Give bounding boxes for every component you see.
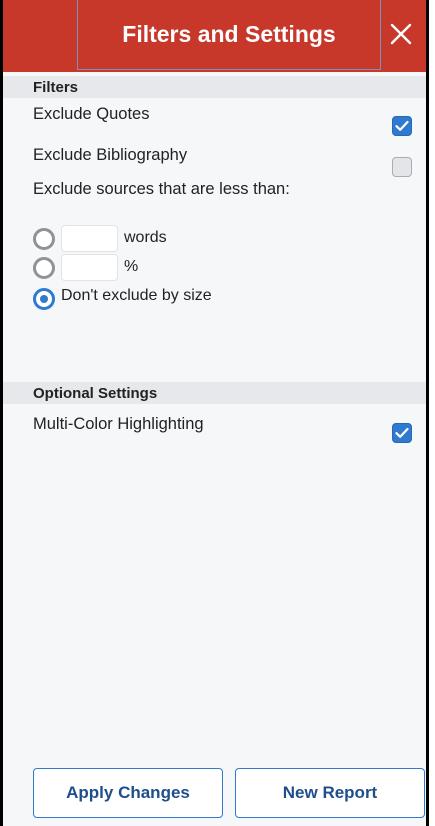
exclude-bibliography-label: Exclude Bibliography bbox=[33, 146, 188, 164]
exclude-small-sources-label: Exclude sources that are less than: bbox=[33, 180, 290, 198]
exclude-by-words-radio[interactable] bbox=[33, 228, 55, 250]
percent-input[interactable] bbox=[61, 254, 118, 281]
optional-settings-section-header: Optional Settings bbox=[3, 382, 426, 404]
close-icon bbox=[390, 23, 412, 50]
percent-unit-label: % bbox=[124, 258, 139, 275]
words-unit-label: words bbox=[124, 229, 167, 246]
exclude-quotes-label: Exclude Quotes bbox=[33, 105, 150, 123]
header-title-box: Filters and Settings bbox=[77, 0, 381, 70]
apply-changes-button[interactable]: Apply Changes bbox=[33, 768, 223, 818]
multi-color-highlighting-checkbox[interactable] bbox=[392, 423, 412, 443]
no-size-exclusion-label: Don't exclude by size bbox=[61, 287, 212, 304]
panel-header: Filters and Settings bbox=[3, 0, 426, 72]
exclude-quotes-checkbox[interactable] bbox=[392, 116, 412, 136]
exclude-by-percent-radio[interactable] bbox=[33, 257, 55, 279]
filters-settings-panel: Filters and Settings Filters Exclude Quo… bbox=[0, 0, 429, 826]
checkmark-icon bbox=[395, 120, 409, 131]
panel-title: Filters and Settings bbox=[122, 21, 336, 47]
close-button[interactable] bbox=[376, 0, 426, 72]
multi-color-highlighting-label: Multi-Color Highlighting bbox=[33, 415, 204, 433]
filters-section-header: Filters bbox=[3, 76, 426, 98]
checkmark-icon bbox=[395, 427, 409, 438]
no-size-exclusion-radio[interactable] bbox=[33, 288, 55, 310]
words-input[interactable] bbox=[61, 225, 118, 252]
exclude-bibliography-checkbox[interactable] bbox=[392, 157, 412, 177]
new-report-button[interactable]: New Report bbox=[235, 768, 425, 818]
